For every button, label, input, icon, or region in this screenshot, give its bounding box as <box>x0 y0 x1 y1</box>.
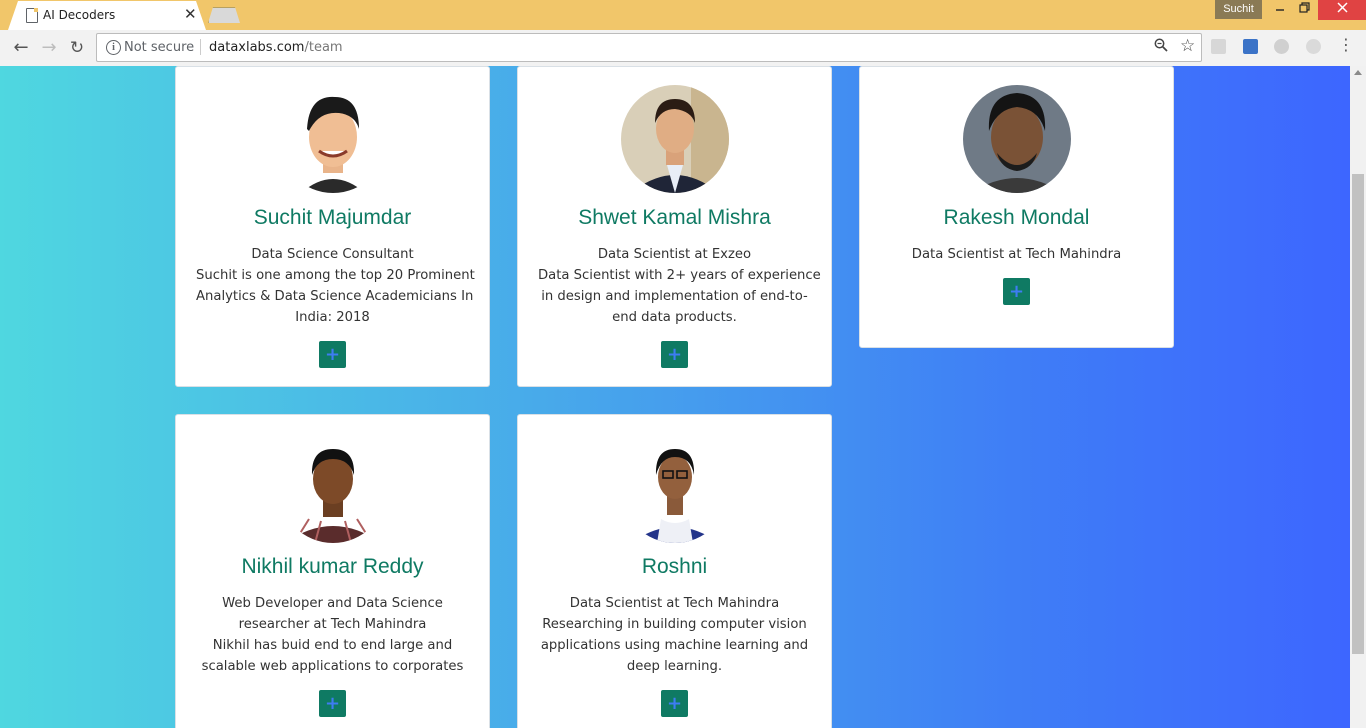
member-description: Data Scientist at Tech Mahindra <box>880 244 1153 265</box>
scroll-up-arrow-icon[interactable] <box>1354 70 1362 75</box>
description-line: Data Scientist with 2+ years of experien… <box>538 268 821 283</box>
restore-icon[interactable] <box>1286 0 1322 20</box>
team-card: Roshni Data Scientist at Tech Mahindra R… <box>517 414 832 728</box>
page-icon <box>26 8 38 23</box>
grey-extension-icon[interactable] <box>1306 39 1321 54</box>
new-tab-button[interactable] <box>208 7 240 23</box>
description-line: Data Science Consultant <box>251 247 414 262</box>
member-description: Data Scientist at Tech Mahindra Research… <box>538 593 811 677</box>
avatar <box>279 435 387 543</box>
member-description: Data Science Consultant Suchit is one am… <box>196 244 475 328</box>
description-line: Data Scientist at Tech Mahindra <box>569 596 780 611</box>
expand-button[interactable]: + <box>661 341 688 368</box>
description-line: Researching in building computer vision <box>542 617 807 632</box>
description-line: India: 2018 <box>295 310 370 325</box>
address-bar[interactable]: i Not secure dataxlabs.com/team ☆ <box>96 33 1202 62</box>
description-line: end data products. <box>612 310 737 325</box>
description-line: Analytics & Data Science Academicians In <box>196 289 474 304</box>
omnibox-divider <box>200 39 201 55</box>
url-path: /team <box>304 40 343 55</box>
avatar <box>621 435 729 543</box>
member-description: Web Developer and Data Science researche… <box>196 593 469 677</box>
description-line: Data Scientist at Exzeo <box>597 247 752 262</box>
team-card: Suchit Majumdar Data Science Consultant … <box>175 66 490 387</box>
description-line: scalable web applications to corporates <box>201 659 464 674</box>
member-name: Shwet Kamal Mishra <box>578 206 771 229</box>
description-line: deep learning. <box>626 659 723 674</box>
expand-button[interactable]: + <box>319 690 346 717</box>
security-label[interactable]: Not secure <box>124 40 194 55</box>
description-line: in design and implementation of end-to- <box>541 289 808 304</box>
url-text[interactable]: dataxlabs.com/team <box>209 40 343 55</box>
star-icon[interactable]: ☆ <box>1180 36 1195 56</box>
description-line: applications using machine learning and <box>540 638 809 653</box>
team-card: Nikhil kumar Reddy Web Developer and Dat… <box>175 414 490 728</box>
description-line: researcher at Tech Mahindra <box>238 617 427 632</box>
tab-close-icon[interactable]: ✕ <box>184 6 197 22</box>
url-host: dataxlabs.com <box>209 40 305 55</box>
tab-title: AI Decoders <box>43 8 116 22</box>
member-name: Suchit Majumdar <box>253 206 412 229</box>
window-close-icon[interactable] <box>1318 0 1366 20</box>
avatar <box>963 85 1071 193</box>
reload-button[interactable]: ↻ <box>65 36 89 60</box>
scrollbar-thumb[interactable] <box>1352 174 1364 654</box>
expand-button[interactable]: + <box>661 690 688 717</box>
menu-icon[interactable]: ⋮ <box>1338 37 1354 53</box>
page-content: Suchit Majumdar Data Science Consultant … <box>0 66 1350 728</box>
description-line: Data Scientist at Tech Mahindra <box>911 247 1122 262</box>
description-line: Web Developer and Data Science <box>222 596 443 611</box>
avatar <box>621 85 729 193</box>
team-card: Rakesh Mondal Data Scientist at Tech Mah… <box>859 66 1174 348</box>
forward-button[interactable]: → <box>37 36 61 60</box>
member-name: Rakesh Mondal <box>943 206 1090 229</box>
team-card: Shwet Kamal Mishra Data Scientist at Exz… <box>517 66 832 387</box>
member-name: Roshni <box>641 555 708 578</box>
reader-extension-icon[interactable] <box>1243 39 1258 54</box>
browser-toolbar: ← → ↻ i Not secure dataxlabs.com/team ☆ … <box>0 30 1366 67</box>
description-line: Suchit is one among the top 20 Prominent <box>196 268 475 283</box>
expand-button[interactable]: + <box>319 341 346 368</box>
browser-titlebar: AI Decoders ✕ Suchit <box>0 0 1366 30</box>
pdf-extension-icon[interactable] <box>1211 39 1226 54</box>
browser-tab[interactable]: AI Decoders ✕ <box>8 1 206 30</box>
back-button[interactable]: ← <box>9 36 33 60</box>
circle-extension-icon[interactable] <box>1274 39 1289 54</box>
expand-button[interactable]: + <box>1003 278 1030 305</box>
zoom-icon[interactable] <box>1154 38 1168 56</box>
member-description: Data Scientist at Exzeo Data Scientist w… <box>538 244 821 328</box>
info-icon[interactable]: i <box>106 40 121 55</box>
member-name: Nikhil kumar Reddy <box>241 555 424 578</box>
vertical-scrollbar[interactable] <box>1350 66 1366 728</box>
description-line: Nikhil has buid end to end large and <box>212 638 453 653</box>
avatar <box>279 85 387 193</box>
profile-badge[interactable]: Suchit <box>1215 0 1262 19</box>
